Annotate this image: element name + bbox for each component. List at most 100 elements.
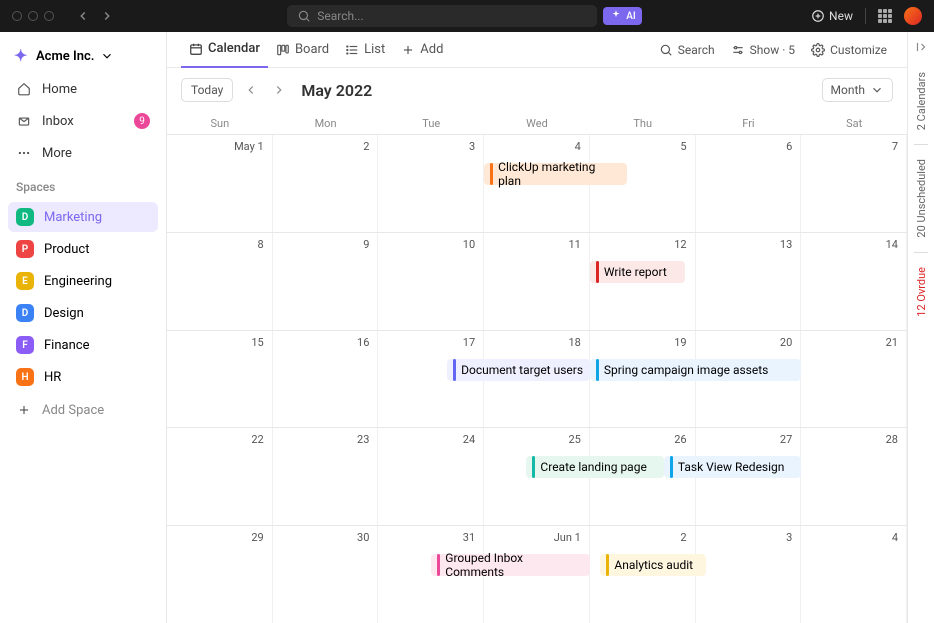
minimize-window[interactable] [28, 11, 38, 21]
day-number: 7 [892, 140, 898, 153]
day-number: 24 [463, 433, 475, 446]
day-header: Sun [167, 112, 273, 134]
day-cell[interactable]: 3 [696, 526, 802, 623]
nav-inbox[interactable]: Inbox 9 [8, 106, 158, 136]
nav-more[interactable]: More [8, 138, 158, 168]
day-cell[interactable]: 23 [273, 428, 379, 525]
calendar-event[interactable]: ClickUp marketing plan [484, 163, 627, 185]
day-cell[interactable]: 15 [167, 331, 273, 428]
calendar-header: Today May 2022 Month [167, 68, 907, 112]
space-item-finance[interactable]: FFinance [8, 330, 158, 360]
day-cell[interactable]: 2 [273, 135, 379, 232]
space-label: Design [44, 306, 84, 321]
search-placeholder: Search... [317, 9, 363, 23]
space-label: Marketing [44, 210, 102, 225]
ai-badge[interactable]: AI [603, 7, 641, 25]
nav-forward[interactable] [96, 5, 118, 27]
space-item-marketing[interactable]: DMarketing [8, 202, 158, 232]
day-cell[interactable]: 9 [273, 233, 379, 330]
day-header: Sat [801, 112, 907, 134]
day-number: 23 [357, 433, 369, 446]
calendar-event[interactable]: Write report [590, 261, 685, 283]
search-view[interactable]: Search [653, 39, 721, 61]
day-cell[interactable]: 10 [378, 233, 484, 330]
day-cell[interactable]: 4 [801, 526, 907, 623]
calendar-icon [189, 42, 203, 56]
day-cell[interactable]: 16 [273, 331, 379, 428]
calendar-event[interactable]: Create landing page [526, 456, 663, 478]
search-container: Search... AI [124, 5, 805, 27]
add-space[interactable]: Add Space [8, 396, 158, 424]
space-avatar: H [16, 368, 34, 386]
user-avatar[interactable] [904, 7, 922, 25]
today-button[interactable]: Today [181, 78, 233, 102]
day-cell[interactable]: 11 [484, 233, 590, 330]
day-number: 22 [251, 433, 263, 446]
day-number: 2 [680, 531, 686, 544]
week-row: 15161718192021Document target usersSprin… [167, 330, 907, 428]
day-cell[interactable]: May 1 [167, 135, 273, 232]
day-number: 25 [568, 433, 580, 446]
plus-icon [401, 43, 415, 57]
close-window[interactable] [12, 11, 22, 21]
nav-back[interactable] [72, 5, 94, 27]
apps-menu[interactable] [878, 9, 892, 23]
space-label: HR [44, 370, 61, 385]
workspace-switcher[interactable]: Acme Inc. [8, 40, 158, 72]
week-row: 891011121314Write report [167, 232, 907, 330]
global-search[interactable]: Search... [287, 5, 597, 27]
space-item-hr[interactable]: H HR [8, 362, 158, 392]
calendar-event[interactable]: Task View Redesign [664, 456, 801, 478]
rail-unscheduled[interactable]: 20 Unscheduled [915, 155, 928, 242]
space-item-engineering[interactable]: E Engineering [8, 266, 158, 296]
collapse-rail-icon[interactable] [914, 40, 928, 54]
more-icon [16, 145, 32, 161]
tab-add[interactable]: Add [393, 32, 451, 68]
tab-calendar[interactable]: Calendar [181, 32, 268, 68]
day-cell[interactable]: 28 [801, 428, 907, 525]
show-options[interactable]: Show · 5 [725, 39, 801, 61]
day-header: Tue [378, 112, 484, 134]
day-cell[interactable]: 3 [378, 135, 484, 232]
nav-home[interactable]: Home [8, 74, 158, 104]
new-button[interactable]: New [811, 9, 853, 23]
rail-overdue[interactable]: 12 Ovrdue [915, 263, 928, 321]
day-cell[interactable]: 22 [167, 428, 273, 525]
day-number: 27 [780, 433, 792, 446]
view-tabs: Calendar Board List Add Search [167, 32, 907, 68]
calendar-event[interactable]: Analytics audit [600, 554, 706, 576]
day-cell[interactable]: 24 [378, 428, 484, 525]
next-month[interactable] [269, 80, 289, 100]
day-cell[interactable]: 29 [167, 526, 273, 623]
day-number: 3 [786, 531, 792, 544]
chevron-down-icon [100, 49, 114, 63]
day-number: 21 [886, 336, 898, 349]
day-number: 2 [363, 140, 369, 153]
prev-month[interactable] [241, 80, 261, 100]
plus-circle-icon [811, 9, 825, 23]
space-avatar: F [16, 336, 34, 354]
day-cell[interactable]: 7 [801, 135, 907, 232]
rail-calendars[interactable]: 2 Calendars [915, 68, 928, 134]
tab-list[interactable]: List [337, 32, 393, 68]
tab-board[interactable]: Board [268, 32, 337, 68]
day-cell[interactable]: 30 [273, 526, 379, 623]
space-item-product[interactable]: PProduct [8, 234, 158, 264]
day-cell[interactable]: 8 [167, 233, 273, 330]
day-cell[interactable]: 6 [696, 135, 802, 232]
space-avatar: E [16, 272, 34, 290]
day-number: 6 [786, 140, 792, 153]
maximize-window[interactable] [44, 11, 54, 21]
calendar-event[interactable]: Grouped Inbox Comments [431, 554, 590, 576]
calendar-event[interactable]: Spring campaign image assets [590, 359, 801, 381]
period-select[interactable]: Month [822, 78, 893, 102]
space-item-design[interactable]: DDesign [8, 298, 158, 328]
space-label: Engineering [44, 274, 112, 289]
day-cell[interactable]: 13 [696, 233, 802, 330]
customize-view[interactable]: Customize [805, 39, 893, 61]
side-rail: 2 Calendars 20 Unscheduled 12 Ovrdue [907, 32, 934, 623]
day-number: 4 [892, 531, 898, 544]
day-cell[interactable]: 21 [801, 331, 907, 428]
calendar-event[interactable]: Document target users [447, 359, 590, 381]
day-cell[interactable]: 14 [801, 233, 907, 330]
